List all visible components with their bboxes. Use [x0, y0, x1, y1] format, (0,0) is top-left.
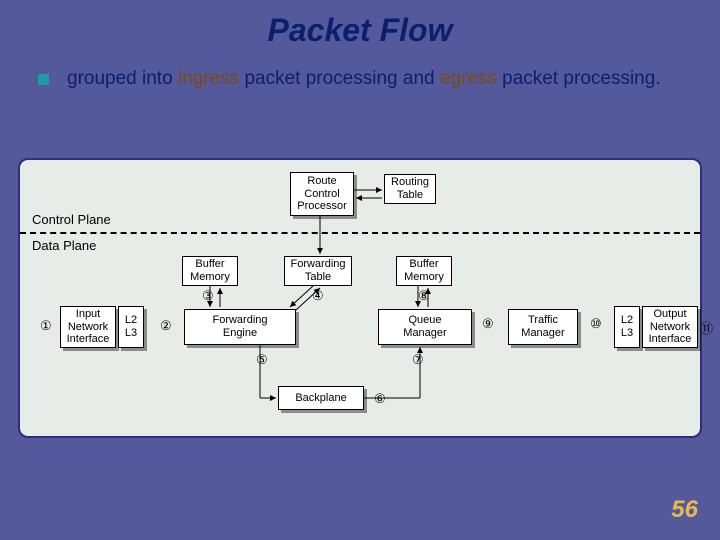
step-1: ①: [40, 318, 52, 334]
traffic-manager-box: TrafficManager: [508, 309, 578, 345]
desc-pre: grouped into: [67, 68, 178, 89]
step-9: ⑨: [482, 316, 494, 332]
step-6: ⑥: [374, 391, 386, 407]
step-11: ⑪: [700, 318, 713, 337]
step-7: ⑦: [412, 352, 424, 368]
l2l3-ingress-box: L2L3: [118, 306, 144, 348]
step-5: ⑤: [256, 352, 268, 368]
buffer-memory-1-box: BufferMemory: [182, 256, 238, 286]
plane-divider: [20, 232, 700, 234]
description: grouped into ingress packet processing a…: [67, 67, 661, 91]
forwarding-table-box: ForwardingTable: [284, 256, 352, 286]
route-control-processor-box: RouteControlProcessor: [290, 172, 354, 216]
step-10: ⑩: [590, 316, 602, 332]
routing-table-box: RoutingTable: [384, 174, 436, 204]
forwarding-engine-box: ForwardingEngine: [184, 309, 296, 345]
desc-kw1: ingress: [178, 68, 239, 89]
desc-mid2: packet processing.: [497, 68, 661, 89]
step-3: ③: [202, 288, 214, 304]
backplane-box: Backplane: [278, 386, 364, 410]
diagram-container: Control Plane Data Plane RouteControlPro…: [18, 158, 702, 438]
bullet-row: grouped into ingress packet processing a…: [0, 49, 720, 91]
data-plane-label: Data Plane: [32, 238, 96, 253]
slide-number: 56: [671, 496, 698, 524]
buffer-memory-2-box: BufferMemory: [396, 256, 452, 286]
desc-mid1: packet processing and: [239, 68, 440, 89]
l2l3-egress-box: L2L3: [614, 306, 640, 348]
bullet-square-icon: [38, 74, 49, 85]
step-8: ⑧: [418, 288, 430, 304]
step-2: ②: [160, 318, 172, 334]
slide-title: Packet Flow: [0, 0, 720, 49]
desc-kw2: egress: [440, 68, 497, 89]
queue-manager-box: QueueManager: [378, 309, 472, 345]
step-4: ④: [312, 288, 324, 304]
control-plane-label: Control Plane: [32, 212, 111, 227]
input-network-interface-box: InputNetworkInterface: [60, 306, 116, 348]
output-network-interface-box: OutputNetworkInterface: [642, 306, 698, 348]
